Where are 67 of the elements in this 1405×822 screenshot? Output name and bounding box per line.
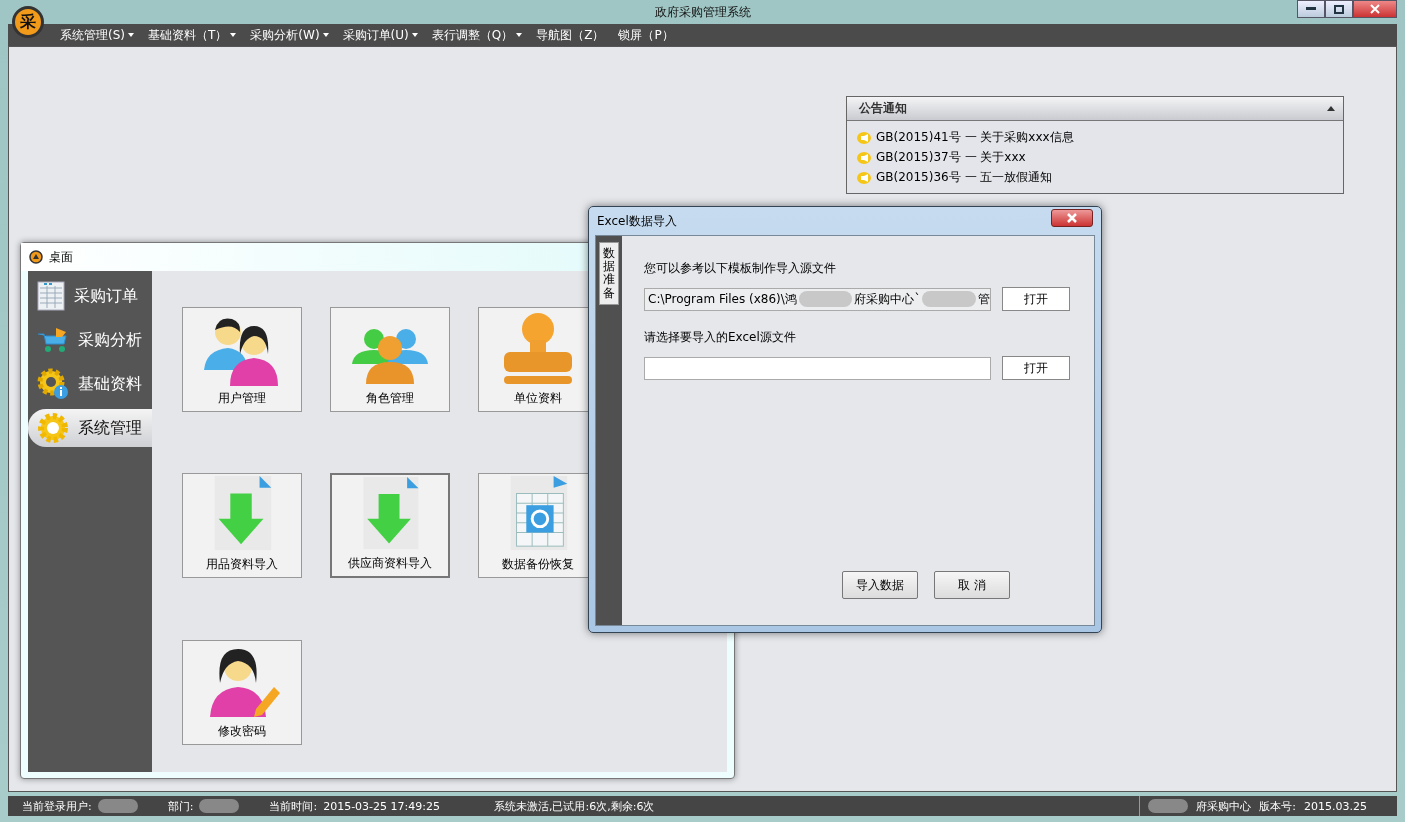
maximize-button[interactable] (1325, 0, 1353, 18)
menu-item[interactable]: 表行调整（Q） (431, 26, 523, 44)
field-label: 您可以参考以下模板制作导入源文件 (644, 260, 837, 277)
sidebar-item[interactable]: 基础资料 (28, 365, 152, 403)
field-label: 请选择要导入的Excel源文件 (644, 329, 797, 346)
tile-button[interactable]: 角色管理 (330, 307, 450, 412)
redacted-block (199, 799, 240, 813)
app-logo: 采 (12, 6, 44, 38)
path-field[interactable]: C:\Program Files (x86)\鸿 府采购中心` 管 (644, 287, 991, 311)
menu-item[interactable]: 采购分析(W) (250, 26, 329, 44)
caret-icon (230, 33, 237, 37)
window-title: 政府采购管理系统 (654, 3, 751, 21)
caret-icon (411, 33, 418, 37)
collapse-icon[interactable] (1327, 106, 1335, 111)
tile-button[interactable]: 供应商资料导入 (330, 473, 450, 579)
stamp-icon (502, 312, 574, 386)
redacted-block (97, 799, 138, 813)
close-button[interactable] (1353, 0, 1397, 18)
gear-info-icon (36, 367, 70, 401)
sidebar-item[interactable]: 采购分析 (28, 321, 152, 359)
status-label: 版本号: (1259, 798, 1296, 814)
status-label: 当前时间: (269, 798, 318, 814)
notice-link[interactable]: GB(2015)37号 一 关于xxx (876, 149, 1026, 166)
close-button[interactable] (1051, 209, 1093, 227)
menu-item[interactable]: 锁屏（P） (618, 26, 674, 44)
dialog-button[interactable]: 导入数据 (842, 571, 918, 599)
sidebar-item[interactable]: 系统管理 (28, 409, 152, 447)
file-input-field[interactable] (644, 356, 991, 380)
notice-link[interactable]: GB(2015)41号 一 关于采购xxx信息 (876, 129, 1074, 146)
menu-item[interactable]: 采购订单(U) (342, 26, 418, 44)
horn-icon (857, 131, 871, 144)
vertical-tab[interactable]: 数据准备 (599, 242, 619, 305)
dialog-button[interactable]: 取 消 (934, 571, 1010, 599)
caret-icon (516, 33, 523, 37)
menu-item[interactable]: 基础资料（T） (148, 26, 237, 44)
notice-link[interactable]: GB(2015)36号 一 五一放假通知 (876, 169, 1053, 186)
menu-item[interactable]: 导航图（Z） (536, 26, 605, 44)
redacted-block (1148, 799, 1189, 813)
window-title: 桌面 (49, 248, 73, 266)
spreadsheet-icon (36, 280, 66, 312)
stroller-icon (36, 326, 70, 354)
caret-icon (322, 33, 329, 37)
horn-icon (857, 171, 871, 184)
minimize-icon (1306, 7, 1316, 11)
minimize-button[interactable] (1297, 0, 1325, 18)
open-button[interactable]: 打开 (1002, 287, 1070, 311)
status-text: 府采购中心 (1196, 798, 1252, 814)
dialog-title: Excel数据导入 (597, 212, 677, 230)
menu-item[interactable]: 系统管理(S) (60, 26, 134, 44)
app-icon (29, 250, 43, 264)
tile-button[interactable]: 修改密码 (182, 639, 302, 745)
status-text: 系统未激活,已试用:6次,剩余:6次 (494, 798, 655, 814)
status-label: 部门: (167, 798, 194, 814)
status-label: 当前登录用户: (22, 798, 92, 814)
open-button[interactable]: 打开 (1002, 356, 1070, 380)
maximize-icon (1334, 4, 1344, 14)
gear-icon (36, 411, 70, 445)
tile-button[interactable]: 用户管理 (182, 307, 302, 412)
status-time: 2015-03-25 17:49:25 (323, 799, 440, 813)
tile-button[interactable]: 用品资料导入 (182, 473, 302, 579)
status-text: 2015.03.25 (1304, 799, 1367, 813)
caret-icon (128, 33, 134, 37)
close-icon (1370, 4, 1380, 14)
panel-title: 公告通知 (859, 100, 907, 117)
horn-icon (857, 151, 871, 164)
sidebar-item[interactable]: 采购订单 (28, 277, 152, 315)
close-icon (1067, 213, 1077, 223)
